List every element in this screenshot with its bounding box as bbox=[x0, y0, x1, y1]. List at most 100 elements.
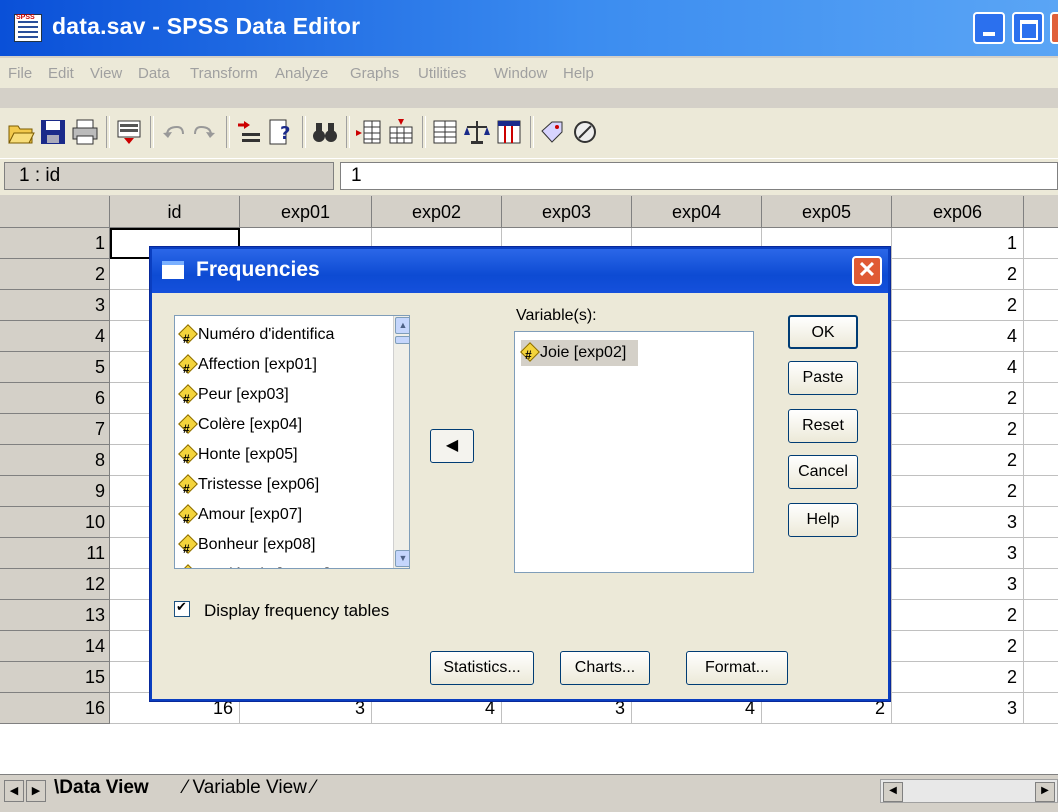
menu-data[interactable]: Data bbox=[138, 65, 170, 82]
source-variable-item[interactable]: Inquiétude [exp09] bbox=[179, 560, 330, 568]
selected-variables-list[interactable]: Joie [exp02] bbox=[514, 331, 754, 573]
value-labels-icon[interactable] bbox=[538, 117, 568, 147]
row-header[interactable]: 13 bbox=[0, 600, 110, 631]
column-header-exp04[interactable]: exp04 bbox=[632, 196, 762, 228]
menu-edit[interactable]: Edit bbox=[48, 65, 74, 82]
scroll-right-arrow-icon[interactable]: ▶ bbox=[1035, 782, 1055, 802]
data-cell[interactable]: 1 bbox=[892, 228, 1024, 259]
horizontal-scrollbar[interactable]: ◀ ▶ bbox=[880, 779, 1058, 803]
source-variable-list[interactable]: Inquiétude [exp09] Bonheur [exp08] Amour [… bbox=[174, 315, 410, 569]
row-header[interactable]: 5 bbox=[0, 352, 110, 383]
maximize-button[interactable] bbox=[1012, 12, 1044, 44]
data-cell[interactable] bbox=[1024, 507, 1058, 538]
dialog-recall-icon[interactable] bbox=[114, 117, 144, 147]
insert-variable-icon[interactable] bbox=[386, 117, 416, 147]
tab-variable-view[interactable]: ⁄ Variable View ⁄ bbox=[184, 777, 315, 799]
source-variable-item[interactable]: Honte [exp05] bbox=[179, 440, 298, 474]
data-cell[interactable]: 3 bbox=[892, 569, 1024, 600]
scroll-down-arrow-icon[interactable]: ▼ bbox=[395, 550, 409, 567]
minimize-button[interactable] bbox=[973, 12, 1005, 44]
tab-scroll-right-button[interactable]: ▶ bbox=[26, 780, 46, 802]
insert-case-icon[interactable] bbox=[354, 117, 384, 147]
data-cell[interactable] bbox=[1024, 693, 1058, 724]
menu-utilities[interactable]: Utilities bbox=[418, 65, 466, 82]
split-file-icon[interactable] bbox=[430, 117, 460, 147]
save-icon[interactable] bbox=[38, 117, 68, 147]
row-header[interactable]: 1 bbox=[0, 228, 110, 259]
row-header[interactable]: 14 bbox=[0, 631, 110, 662]
data-cell[interactable]: 3 bbox=[892, 693, 1024, 724]
column-header-exp02[interactable]: exp02 bbox=[372, 196, 502, 228]
menu-file[interactable]: File bbox=[8, 65, 32, 82]
row-header[interactable]: 11 bbox=[0, 538, 110, 569]
data-cell[interactable]: 2 bbox=[892, 662, 1024, 693]
find-binoculars-icon[interactable] bbox=[310, 117, 340, 147]
column-header-exp01[interactable]: exp01 bbox=[240, 196, 372, 228]
open-folder-icon[interactable] bbox=[6, 117, 36, 147]
data-cell[interactable] bbox=[1024, 352, 1058, 383]
menu-help[interactable]: Help bbox=[563, 65, 594, 82]
weight-cases-icon[interactable] bbox=[462, 117, 492, 147]
data-cell[interactable] bbox=[1024, 662, 1058, 693]
data-cell[interactable]: 2 bbox=[892, 290, 1024, 321]
row-header[interactable]: 2 bbox=[0, 259, 110, 290]
variables-info-icon[interactable]: ? bbox=[266, 117, 296, 147]
data-cell[interactable]: 4 bbox=[892, 321, 1024, 352]
data-cell[interactable] bbox=[1024, 445, 1058, 476]
row-header[interactable]: 15 bbox=[0, 662, 110, 693]
selected-variable-item[interactable]: Joie [exp02] bbox=[521, 340, 639, 368]
statistics-button[interactable]: Statistics... bbox=[430, 651, 534, 685]
source-variable-item[interactable]: Numéro d'identifica bbox=[179, 320, 334, 354]
data-cell[interactable] bbox=[1024, 414, 1058, 445]
list-vertical-scrollbar[interactable]: ▲ ▼ bbox=[393, 316, 409, 568]
print-icon[interactable] bbox=[70, 117, 100, 147]
scroll-left-arrow-icon[interactable]: ◀ bbox=[883, 782, 903, 802]
menu-window[interactable]: Window bbox=[494, 65, 547, 82]
data-cell[interactable]: 2 bbox=[892, 476, 1024, 507]
move-variable-button[interactable]: ◀ bbox=[430, 429, 474, 463]
ok-button[interactable]: OK bbox=[788, 315, 858, 349]
data-cell[interactable]: 3 bbox=[892, 538, 1024, 569]
row-header[interactable]: 10 bbox=[0, 507, 110, 538]
help-button[interactable]: Help bbox=[788, 503, 858, 537]
grid-corner[interactable] bbox=[0, 196, 110, 228]
row-header[interactable]: 3 bbox=[0, 290, 110, 321]
data-cell[interactable] bbox=[1024, 383, 1058, 414]
close-button[interactable] bbox=[1050, 12, 1058, 44]
data-cell[interactable] bbox=[1024, 290, 1058, 321]
cell-value-input[interactable]: 1 bbox=[340, 162, 1058, 190]
row-header[interactable]: 8 bbox=[0, 445, 110, 476]
row-header[interactable]: 6 bbox=[0, 383, 110, 414]
data-cell[interactable]: 2 bbox=[892, 631, 1024, 662]
data-cell[interactable] bbox=[1024, 259, 1058, 290]
menu-transform[interactable]: Transform bbox=[190, 65, 258, 82]
source-variable-item[interactable]: Tristesse [exp06] bbox=[179, 470, 319, 504]
tab-scroll-left-button[interactable]: ◀ bbox=[4, 780, 24, 802]
source-variable-item[interactable]: Affection [exp01] bbox=[179, 350, 317, 384]
data-cell[interactable] bbox=[1024, 321, 1058, 352]
menu-view[interactable]: View bbox=[90, 65, 122, 82]
data-cell[interactable] bbox=[1024, 569, 1058, 600]
row-header[interactable]: 4 bbox=[0, 321, 110, 352]
select-cases-icon[interactable] bbox=[494, 117, 524, 147]
use-sets-icon[interactable] bbox=[570, 117, 600, 147]
data-cell[interactable] bbox=[1024, 476, 1058, 507]
source-variable-item[interactable]: Amour [exp07] bbox=[179, 500, 302, 534]
row-header[interactable]: 12 bbox=[0, 569, 110, 600]
column-header-next[interactable] bbox=[1024, 196, 1058, 228]
column-header-id[interactable]: id bbox=[110, 196, 240, 228]
column-header-exp06[interactable]: exp06 bbox=[892, 196, 1024, 228]
data-cell[interactable]: 3 bbox=[892, 507, 1024, 538]
goto-case-icon[interactable] bbox=[234, 117, 264, 147]
data-cell[interactable] bbox=[1024, 631, 1058, 662]
dialog-close-button[interactable]: ✕ bbox=[852, 256, 882, 286]
undo-icon[interactable] bbox=[158, 117, 188, 147]
tab-data-view[interactable]: \Data View bbox=[54, 777, 149, 799]
source-variable-item[interactable]: Peur [exp03] bbox=[179, 380, 289, 414]
column-header-exp03[interactable]: exp03 bbox=[502, 196, 632, 228]
row-header[interactable]: 16 bbox=[0, 693, 110, 724]
data-cell[interactable] bbox=[1024, 600, 1058, 631]
reset-button[interactable]: Reset bbox=[788, 409, 858, 443]
column-header-exp05[interactable]: exp05 bbox=[762, 196, 892, 228]
data-cell[interactable] bbox=[1024, 228, 1058, 259]
